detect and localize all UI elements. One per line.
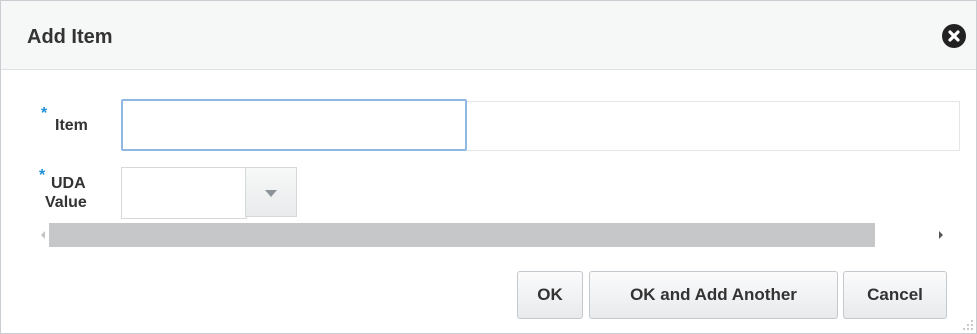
add-item-dialog: Add Item * Item * UDA Value OK OK and Ad… bbox=[0, 0, 977, 334]
scroll-right-arrow-icon[interactable] bbox=[939, 231, 943, 239]
uda-value-label-line1: UDA bbox=[51, 175, 86, 192]
uda-value-required-indicator: * bbox=[39, 167, 46, 184]
ok-button[interactable]: OK bbox=[517, 271, 583, 319]
scroll-left-arrow-icon[interactable] bbox=[41, 231, 45, 239]
resize-grip-icon[interactable] bbox=[962, 319, 974, 331]
chevron-down-icon bbox=[265, 190, 277, 197]
horizontal-scrollbar[interactable] bbox=[49, 223, 875, 247]
item-label: Item bbox=[55, 117, 88, 134]
item-field-extension bbox=[467, 101, 960, 151]
item-input[interactable] bbox=[121, 99, 467, 151]
uda-value-select[interactable] bbox=[121, 167, 247, 219]
uda-value-label-line2: Value bbox=[45, 194, 87, 211]
uda-value-dropdown-button[interactable] bbox=[245, 167, 297, 217]
dialog-title-bar: Add Item bbox=[1, 1, 976, 70]
dialog-title: Add Item bbox=[27, 26, 113, 48]
close-icon[interactable] bbox=[942, 24, 966, 48]
ok-and-add-another-button[interactable]: OK and Add Another bbox=[589, 271, 838, 319]
item-required-indicator: * bbox=[41, 105, 48, 122]
cancel-button[interactable]: Cancel bbox=[843, 271, 947, 319]
